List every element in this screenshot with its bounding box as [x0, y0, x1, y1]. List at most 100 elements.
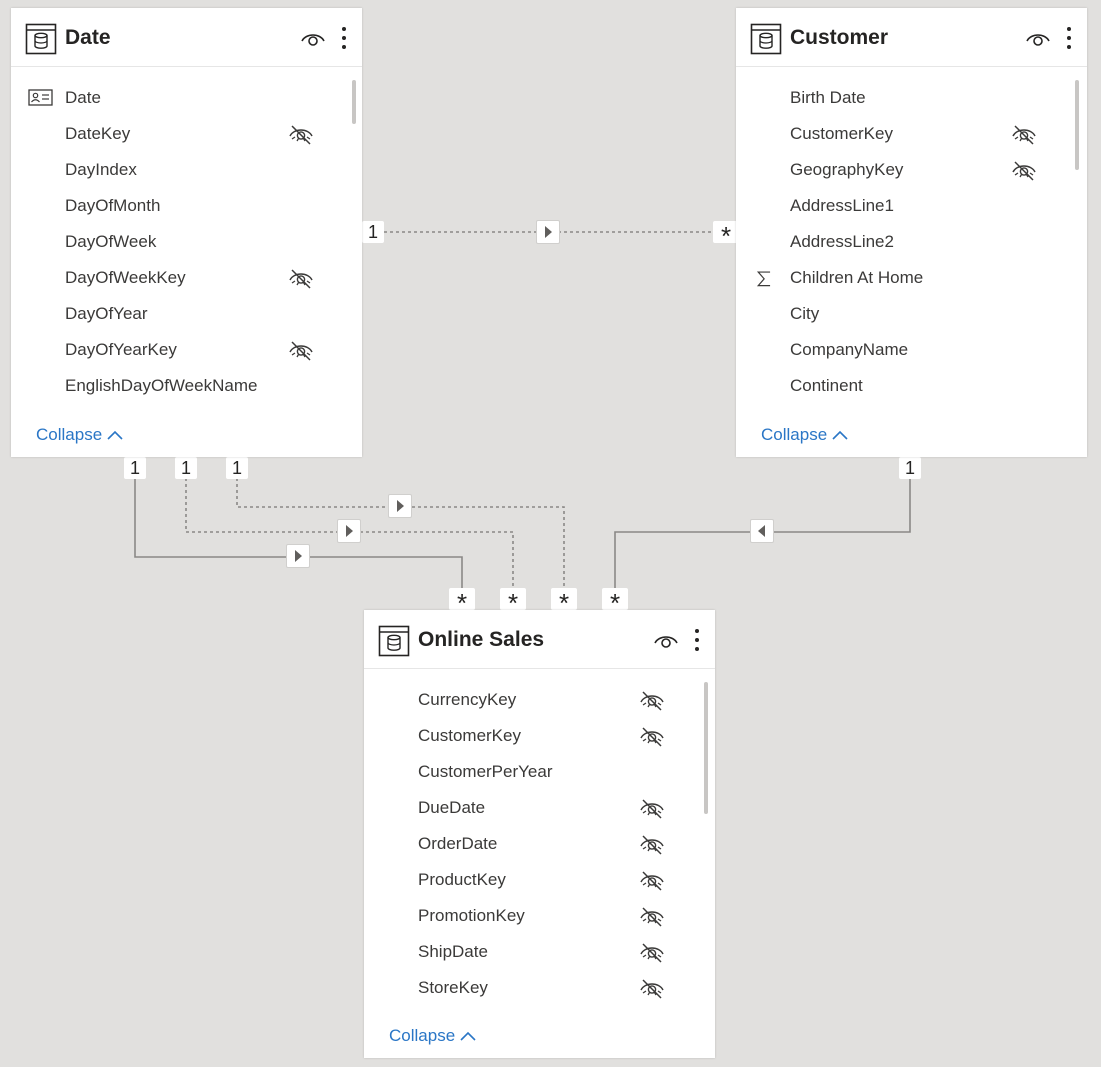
hidden-eye-icon[interactable] — [639, 870, 665, 892]
field-row[interactable]: Birth Date — [736, 80, 1087, 116]
field-row[interactable]: DayIndex — [11, 152, 362, 188]
table-header[interactable]: Date — [11, 8, 362, 67]
field-name: ShipDate — [418, 942, 488, 961]
field-row[interactable]: AddressLine2 — [736, 224, 1087, 260]
field-row[interactable]: CustomerKey — [364, 718, 715, 754]
eye-icon[interactable] — [653, 630, 679, 652]
collapse-link[interactable]: Collapse — [389, 1026, 477, 1046]
field-row[interactable]: CurrencyKey — [364, 682, 715, 718]
more-options-icon[interactable] — [692, 627, 702, 653]
more-options-icon[interactable] — [339, 25, 349, 51]
field-name: City — [790, 304, 820, 323]
field-name: DayOfYear — [65, 304, 148, 323]
hidden-eye-icon[interactable] — [288, 268, 314, 290]
field-row[interactable]: AddressLine1 — [736, 188, 1087, 224]
collapse-label: Collapse — [36, 425, 103, 444]
field-name: AddressLine1 — [790, 196, 894, 215]
eye-icon[interactable] — [300, 28, 326, 50]
field-name: Birth Date — [790, 88, 866, 107]
field-name: DayOfWeekKey — [65, 268, 186, 287]
field-name: CustomerKey — [418, 726, 521, 745]
field-name: PromotionKey — [418, 906, 525, 925]
relationship-line-date-sales-active[interactable] — [134, 478, 463, 588]
table-card-date[interactable]: Date Date DateKey DayIndex DayOfMonth Da… — [11, 8, 362, 457]
field-name: DateKey — [65, 124, 131, 143]
table-icon — [25, 23, 57, 55]
cardinality-one-label: 1 — [362, 221, 384, 243]
table-title: Customer — [790, 26, 889, 49]
eye-icon[interactable] — [1025, 28, 1051, 50]
field-row[interactable]: DayOfMonth — [11, 188, 362, 224]
cardinality-many-label: * — [500, 588, 526, 618]
cardinality-one-label: 1 — [175, 457, 197, 479]
field-row[interactable]: CustomerPerYear — [364, 754, 715, 790]
field-row[interactable]: EnglishDayOfWeekName — [11, 368, 362, 404]
field-name: GeographyKey — [790, 160, 904, 179]
field-name: AddressLine2 — [790, 232, 894, 251]
table-header[interactable]: Online Sales — [364, 610, 715, 669]
field-row[interactable]: ShipDate — [364, 934, 715, 970]
collapse-link[interactable]: Collapse — [36, 425, 124, 445]
hidden-eye-icon[interactable] — [288, 124, 314, 146]
field-row[interactable]: DateKey — [11, 116, 362, 152]
field-name: CustomerKey — [790, 124, 893, 143]
field-row[interactable]: Children At Home — [736, 260, 1087, 296]
hidden-eye-icon[interactable] — [288, 340, 314, 362]
field-row[interactable]: DayOfYear — [11, 296, 362, 332]
field-name: Date — [65, 88, 101, 107]
field-row[interactable]: Date — [11, 80, 362, 116]
field-name: StoreKey — [418, 978, 488, 997]
field-row[interactable]: OrderDate — [364, 826, 715, 862]
table-title: Online Sales — [418, 628, 545, 651]
collapse-link[interactable]: Collapse — [761, 425, 849, 445]
field-row[interactable]: GeographyKey — [736, 152, 1087, 188]
filter-direction-arrow-right — [337, 519, 361, 543]
hidden-eye-icon[interactable] — [639, 726, 665, 748]
field-list[interactable]: Date DateKey DayIndex DayOfMonth DayOfWe… — [11, 80, 362, 404]
cardinality-many-label: * — [602, 588, 628, 618]
hidden-eye-icon[interactable] — [639, 942, 665, 964]
table-header[interactable]: Customer — [736, 8, 1087, 67]
field-row[interactable]: DayOfYearKey — [11, 332, 362, 368]
field-name: OrderDate — [418, 834, 498, 853]
field-row[interactable]: DayOfWeek — [11, 224, 362, 260]
hidden-eye-icon[interactable] — [639, 834, 665, 856]
field-row[interactable]: DueDate — [364, 790, 715, 826]
hidden-eye-icon[interactable] — [639, 906, 665, 928]
field-name: DayOfWeek — [65, 232, 157, 251]
hidden-eye-icon[interactable] — [639, 690, 665, 712]
date-hierarchy-icon — [28, 89, 53, 106]
collapse-label: Collapse — [761, 425, 828, 444]
scrollbar-thumb[interactable] — [352, 80, 356, 124]
field-name: DayIndex — [65, 160, 137, 179]
field-list[interactable]: Birth Date CustomerKey GeographyKey Addr… — [736, 80, 1087, 404]
more-options-icon[interactable] — [1064, 25, 1074, 51]
hidden-eye-icon[interactable] — [639, 978, 665, 1000]
table-card-online-sales[interactable]: Online Sales CurrencyKey CustomerKey Cus… — [364, 610, 715, 1058]
cardinality-many-label: * — [449, 588, 475, 618]
field-row[interactable]: ProductKey — [364, 862, 715, 898]
cardinality-one-label: 1 — [226, 457, 248, 479]
filter-direction-arrow-right — [536, 220, 560, 244]
field-row[interactable]: PromotionKey — [364, 898, 715, 934]
field-row[interactable]: Continent — [736, 368, 1087, 404]
field-name: CustomerPerYear — [418, 762, 553, 781]
field-row[interactable]: CompanyName — [736, 332, 1087, 368]
field-name: CurrencyKey — [418, 690, 517, 709]
field-row[interactable]: DayOfWeekKey — [11, 260, 362, 296]
filter-direction-arrow-right — [286, 544, 310, 568]
field-list[interactable]: CurrencyKey CustomerKey CustomerPerYear … — [364, 682, 715, 1006]
field-row[interactable]: StoreKey — [364, 970, 715, 1006]
table-card-customer[interactable]: Customer Birth Date CustomerKey Geograph… — [736, 8, 1087, 457]
scrollbar-thumb[interactable] — [1075, 80, 1079, 170]
model-canvas[interactable]: 1 * 1 1 1 1 * * * * Date Date DateKey Da… — [0, 0, 1101, 1067]
filter-direction-arrow-right — [388, 494, 412, 518]
hidden-eye-icon[interactable] — [639, 798, 665, 820]
field-name: DueDate — [418, 798, 486, 817]
field-row[interactable]: CustomerKey — [736, 116, 1087, 152]
hidden-eye-icon[interactable] — [1011, 160, 1037, 182]
field-row[interactable]: City — [736, 296, 1087, 332]
hidden-eye-icon[interactable] — [1011, 124, 1037, 146]
table-icon — [378, 625, 410, 657]
scrollbar-thumb[interactable] — [704, 682, 708, 814]
